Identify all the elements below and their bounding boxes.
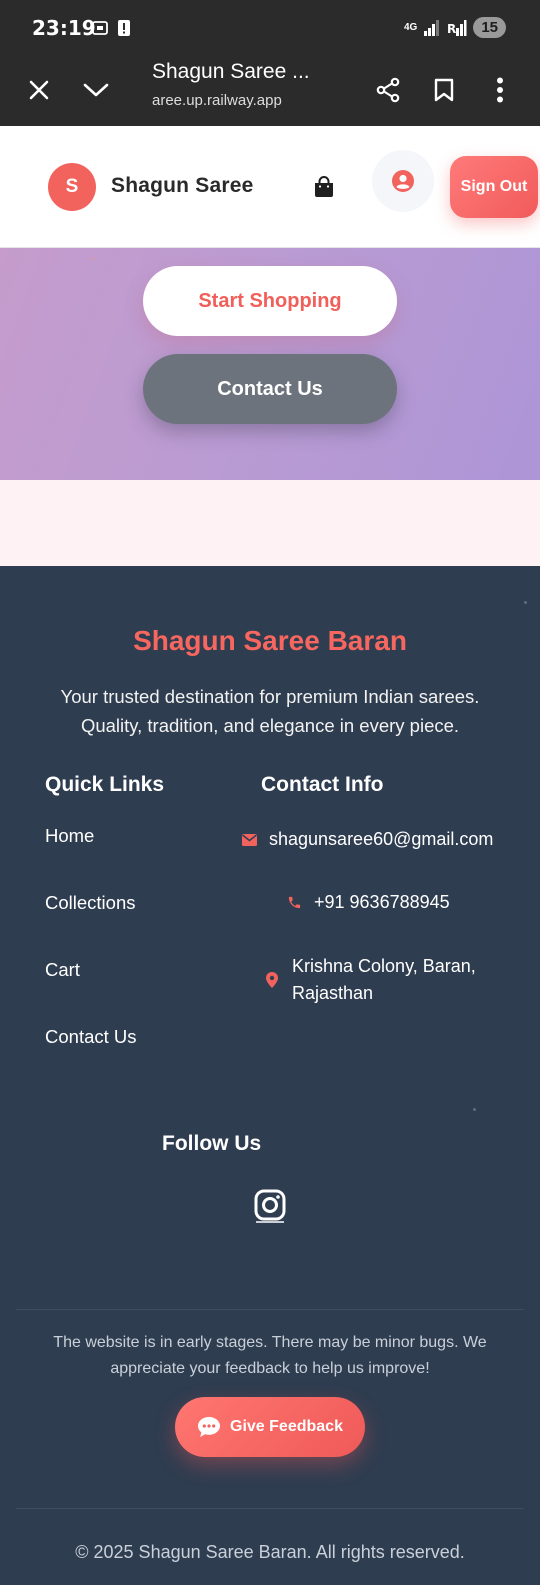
shopping-bag-icon[interactable] bbox=[312, 175, 336, 199]
follow-us-heading: Follow Us bbox=[162, 1132, 262, 1155]
footer-link-contact-us[interactable]: Contact Us bbox=[45, 1026, 137, 1048]
status-bar: 23:19 4G R 15 bbox=[0, 0, 540, 56]
contact-address-row: Krishna Colony, Baran, Rajasthan bbox=[264, 953, 494, 1007]
svg-text:R: R bbox=[447, 22, 456, 36]
decorative-dot bbox=[524, 601, 527, 604]
decorative-dot bbox=[91, 257, 94, 260]
start-shopping-button[interactable]: Start Shopping bbox=[143, 266, 397, 336]
sign-out-button[interactable]: Sign Out bbox=[450, 156, 538, 218]
brand-logo[interactable]: S bbox=[48, 163, 96, 211]
contact-phone[interactable]: +91 9636788945 bbox=[314, 889, 450, 916]
contact-email-row: shagunsaree60@gmail.com bbox=[241, 826, 493, 853]
close-tab-button[interactable] bbox=[17, 68, 61, 112]
site-footer: Shagun Saree Baran Your trusted destinat… bbox=[0, 566, 540, 1585]
chat-bubble-icon bbox=[198, 1417, 221, 1437]
contact-address: Krishna Colony, Baran, Rajasthan bbox=[292, 956, 476, 1003]
footer-description: Your trusted destination for premium Ind… bbox=[60, 686, 480, 736]
footer-title: Shagun Saree Baran bbox=[133, 625, 407, 656]
bookmark-icon bbox=[434, 78, 454, 102]
alert-icon bbox=[118, 20, 130, 36]
page-tab-title: Shagun Saree ... bbox=[152, 60, 310, 83]
give-feedback-button[interactable]: Give Feedback bbox=[175, 1397, 365, 1457]
close-icon bbox=[29, 80, 49, 100]
bookmark-button[interactable] bbox=[422, 68, 466, 112]
decorative-dot bbox=[473, 1108, 476, 1111]
chevron-down-icon bbox=[83, 83, 109, 97]
give-feedback-label: Give Feedback bbox=[230, 1418, 343, 1435]
url-display[interactable]: aree.up.railway.app bbox=[152, 92, 282, 109]
copyright-text: © 2025 Shagun Saree Baran. All rights re… bbox=[75, 1542, 465, 1562]
collapse-button[interactable] bbox=[74, 68, 118, 112]
battery-indicator: 15 bbox=[473, 17, 506, 38]
user-circle-icon bbox=[392, 170, 414, 192]
early-stage-note: The website is in early stages. There ma… bbox=[53, 1334, 487, 1377]
browser-toolbar: Shagun Saree ... aree.up.railway.app bbox=[0, 56, 540, 126]
status-time: 23:19 bbox=[32, 16, 96, 40]
contact-info-heading: Contact Info bbox=[261, 773, 384, 796]
share-icon bbox=[376, 77, 400, 103]
section-spacer bbox=[0, 480, 540, 566]
footer-divider bbox=[16, 1309, 524, 1310]
signal-roaming-icon: R bbox=[447, 19, 467, 36]
brand-name[interactable]: Shagun Saree bbox=[111, 174, 253, 198]
contact-us-button[interactable]: Contact Us bbox=[143, 354, 397, 424]
envelope-icon bbox=[241, 826, 257, 853]
user-profile-button[interactable] bbox=[372, 150, 434, 212]
share-button[interactable] bbox=[366, 68, 410, 112]
map-pin-icon bbox=[264, 953, 280, 1007]
more-vert-icon bbox=[497, 77, 503, 103]
footer-link-home[interactable]: Home bbox=[45, 825, 94, 847]
phone-icon bbox=[286, 889, 302, 916]
instagram-icon[interactable] bbox=[254, 1189, 286, 1223]
site-header: S Shagun Saree Sign Out bbox=[0, 126, 540, 248]
signal-icon bbox=[424, 19, 440, 36]
more-options-button[interactable] bbox=[478, 68, 522, 112]
hero-section: Start Shopping Contact Us bbox=[0, 248, 540, 480]
footer-link-collections[interactable]: Collections bbox=[45, 892, 136, 914]
footer-link-cart[interactable]: Cart bbox=[45, 959, 80, 981]
network-type-label: 4G bbox=[403, 22, 418, 33]
contact-phone-row: +91 9636788945 bbox=[286, 889, 450, 916]
footer-divider bbox=[16, 1508, 524, 1509]
screenshot-icon bbox=[92, 21, 108, 35]
quick-links-heading: Quick Links bbox=[45, 773, 165, 796]
contact-email[interactable]: shagunsaree60@gmail.com bbox=[269, 826, 493, 853]
